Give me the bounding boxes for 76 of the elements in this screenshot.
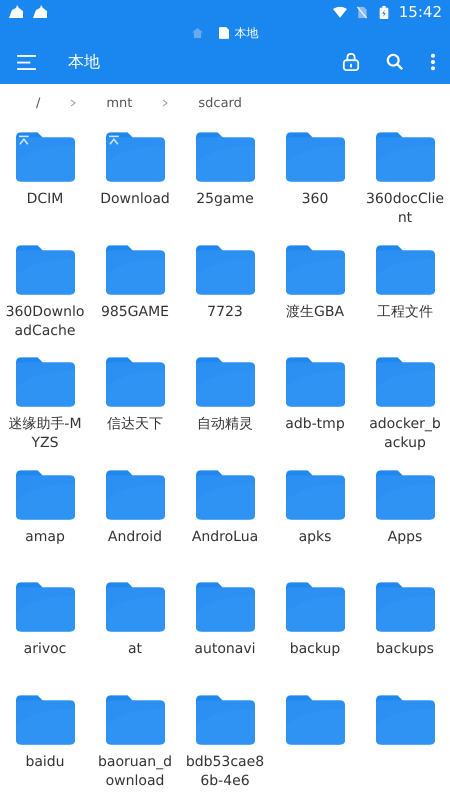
folder-name: 迷缘助手-MYZS (7, 415, 83, 453)
folder-icon[interactable] (376, 582, 434, 632)
folder-name: amap (24, 528, 66, 546)
folder-name: 25game (195, 190, 255, 209)
folder-icon[interactable] (286, 582, 344, 632)
more-icon[interactable] (430, 53, 436, 71)
folder-icon[interactable] (286, 244, 344, 294)
folder-name: autonavi (193, 640, 257, 659)
breadcrumb-item[interactable]: / (36, 96, 40, 110)
folder-name: DCIM (26, 190, 64, 209)
folder-name: backup (288, 640, 342, 659)
folder-name: 工程文件 (376, 302, 434, 322)
folder-name: 自动精灵 (196, 415, 254, 434)
folder-icon[interactable] (196, 244, 254, 294)
folder-icon[interactable] (196, 582, 254, 632)
folder-name: Apps (386, 528, 424, 546)
folder-icon[interactable] (376, 694, 434, 744)
folder-name: apks (298, 528, 332, 546)
file-icon (218, 27, 228, 39)
lock-icon[interactable] (342, 53, 360, 71)
folder-icon[interactable] (286, 694, 344, 744)
folder-icon[interactable] (196, 470, 254, 520)
breadcrumb-item[interactable]: mnt (106, 96, 132, 110)
folder-name: Download (99, 190, 171, 209)
chevron-icon (70, 99, 76, 107)
folder-icon[interactable] (196, 132, 254, 182)
folder-icon[interactable] (376, 132, 434, 182)
folder-icon[interactable] (106, 357, 164, 407)
folder-name: 985GAME (100, 302, 170, 322)
folder-icon[interactable] (106, 470, 164, 520)
folder-name: 360docClient (365, 190, 445, 228)
folder-name: 渡生GBA (284, 302, 346, 322)
folder-name: baidu (24, 752, 66, 772)
folder-name: arivoc (22, 640, 68, 659)
folder-icon[interactable] (106, 694, 164, 744)
folder-icon[interactable] (286, 132, 344, 182)
folder-name: 信达天下 (106, 415, 164, 434)
folder-icon[interactable] (286, 470, 344, 520)
folder-name: baoruan_download (97, 752, 173, 790)
folder-icon[interactable] (16, 244, 74, 294)
folder-icon[interactable] (106, 244, 164, 294)
window-title: 本地 (234, 24, 258, 42)
folder-name: 360DownloadCache (5, 302, 85, 340)
folder-icon[interactable] (196, 694, 254, 744)
folder-name: AndroLua (190, 528, 260, 546)
notification-icon (8, 5, 24, 19)
folder-icon[interactable] (376, 357, 434, 407)
folder-icon[interactable] (106, 582, 164, 632)
folder-icon[interactable] (376, 470, 434, 520)
folder-name: bdb53cae86b-4e6 (185, 752, 265, 790)
search-icon[interactable] (386, 53, 404, 71)
folder-icon[interactable] (16, 582, 74, 632)
folder-icon[interactable] (286, 357, 344, 407)
folder-name: 360 (300, 190, 330, 209)
folder-name: backups (375, 640, 435, 659)
folder-icon[interactable] (16, 132, 74, 182)
toolbar-title: 本地 (68, 52, 100, 72)
breadcrumb-item[interactable]: sdcard (198, 96, 242, 110)
folder-name: Android (106, 528, 164, 546)
folder-icon[interactable] (106, 132, 164, 182)
folder-icon[interactable] (16, 694, 74, 744)
notification-icon (32, 5, 48, 19)
folder-name: 7723 (206, 302, 244, 322)
folder-icon[interactable] (196, 357, 254, 407)
folder-name: adocker_backup (368, 415, 442, 453)
folder-name: at (126, 640, 144, 659)
folder-name: adb-tmp (284, 415, 346, 434)
chevron-icon (162, 99, 168, 107)
wifi-icon (332, 6, 347, 18)
folder-icon[interactable] (376, 244, 434, 294)
folder-icon[interactable] (16, 470, 74, 520)
menu-icon[interactable] (17, 54, 36, 70)
status-time: 15:42 (398, 3, 442, 21)
folder-icon[interactable] (16, 357, 74, 407)
battery-icon (376, 6, 391, 18)
no-sim-icon (354, 6, 369, 18)
